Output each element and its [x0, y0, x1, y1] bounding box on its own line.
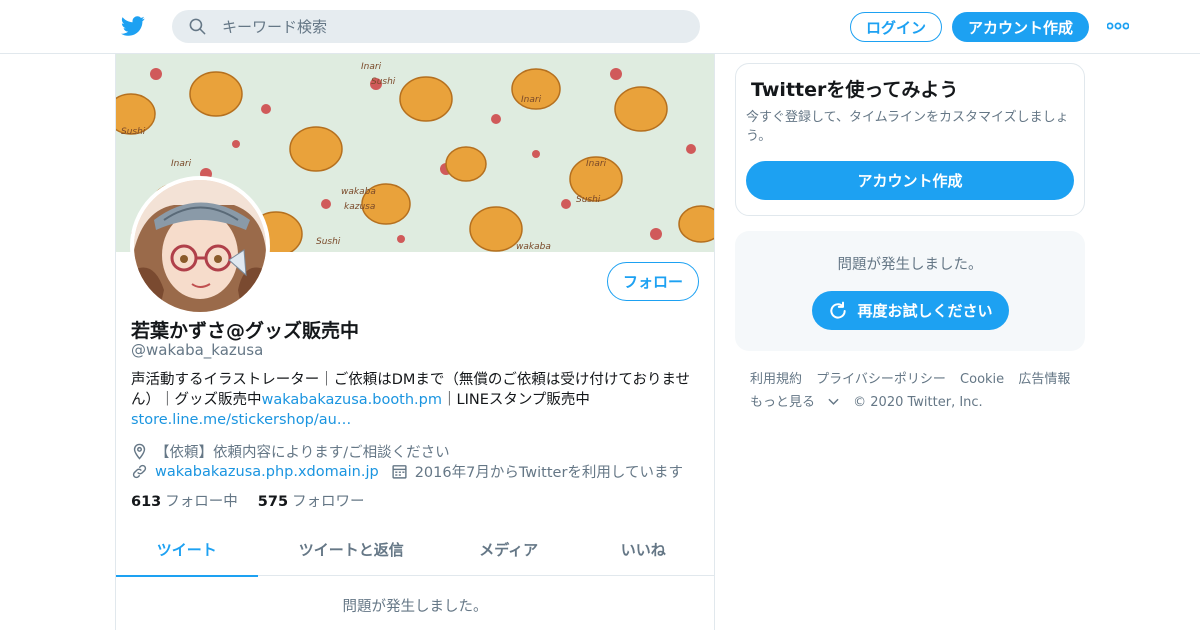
profile-tabs: ツイート ツイートと返信 メディア いいね [116, 522, 714, 577]
twitter-bird-icon[interactable] [120, 14, 146, 38]
chevron-down-icon [828, 398, 839, 405]
following-count: 613 [131, 494, 162, 510]
refresh-icon [830, 301, 847, 319]
profile-url-and-joined: wakabakazusa.php.xdomain.jp 2016年7月からTwi… [131, 461, 683, 482]
svg-text:Inari: Inari [586, 159, 607, 169]
svg-text:Sushi: Sushi [371, 77, 396, 87]
svg-text:Inari: Inari [171, 159, 192, 169]
bio-link-line-store[interactable]: store.line.me/stickershop/au… [131, 412, 351, 428]
search-icon [189, 18, 206, 35]
tab-media[interactable]: メディア [445, 522, 573, 576]
followers-label: フォロワー [292, 494, 365, 510]
signup-button-card[interactable]: アカウント作成 [746, 161, 1074, 200]
avatar[interactable] [130, 176, 270, 316]
calendar-icon [392, 465, 407, 479]
followers-count: 575 [257, 494, 289, 510]
retry-button[interactable]: 再度お試しください [812, 291, 1009, 330]
more-dots-icon[interactable] [1107, 22, 1129, 30]
user-handle: @wakaba_kazusa [131, 341, 264, 359]
top-navigation-bar: ログイン アカウント作成 [0, 0, 1200, 54]
profile-location: 【依頼】依頼内容によります/ご相談ください [131, 441, 450, 462]
tab-tweets[interactable]: ツイート [116, 522, 258, 577]
svg-text:kazusa: kazusa [344, 202, 375, 212]
svg-text:wakaba: wakaba [516, 242, 551, 252]
profile-bio: 声活動するイラストレーター｜ご依頼はDMまで（無償のご依頼は受け付けておりません… [131, 370, 703, 430]
footer-more-button[interactable]: もっと見る [750, 395, 839, 410]
svg-text:wakaba: wakaba [341, 187, 376, 197]
followers-count-link[interactable]: 575 フォロワー [258, 490, 365, 511]
signup-button[interactable]: アカウント作成 [952, 12, 1089, 42]
footer-link-ads[interactable]: 広告情報 [1018, 372, 1070, 387]
follow-button[interactable]: フォロー [607, 262, 699, 301]
search-box[interactable] [172, 10, 700, 43]
location-pin-icon [133, 443, 146, 460]
avatar-illustration [134, 180, 266, 312]
footer-link-privacy[interactable]: プライバシーポリシー [816, 372, 946, 387]
display-name: 若葉かずさ@グッズ販売中 [131, 320, 360, 342]
footer-links: 利用規約 プライバシーポリシー Cookie 広告情報 もっと見る © 2020… [750, 368, 1090, 414]
link-icon [132, 464, 147, 479]
profile-column: Inari Sushi Inari Sushi Inari Sushi waka… [115, 54, 715, 630]
bio-link-booth[interactable]: wakabakazusa.booth.pm [262, 392, 443, 408]
svg-text:Inari: Inari [521, 95, 542, 105]
timeline-error-message: 問題が発生しました。 [342, 599, 488, 615]
retry-label: 再度お試しください [857, 302, 993, 320]
signup-prompt-card: Twitterを使ってみよう 今すぐ登録して、タイムラインをカスタマイズしましょ… [735, 63, 1085, 216]
svg-text:Inari: Inari [361, 62, 382, 72]
website-link[interactable]: wakabakazusa.php.xdomain.jp [155, 464, 379, 480]
footer-link-terms[interactable]: 利用規約 [750, 372, 802, 387]
footer-copyright: © 2020 Twitter, Inc. [853, 395, 983, 410]
joined-date: 2016年7月からTwitterを利用しています [414, 465, 683, 481]
follow-counts: 613 フォロー中 575 フォロワー [131, 490, 385, 511]
login-button[interactable]: ログイン [850, 12, 942, 42]
card-description: 今すぐ登録して、タイムラインをカスタマイズしましょう。 [746, 110, 1069, 144]
footer-more-label: もっと見る [750, 395, 816, 410]
sidebar-error-card: 問題が発生しました。 再度お試しください [735, 231, 1085, 351]
search-input[interactable] [222, 10, 682, 43]
sidebar-error-message: 問題が発生しました。 [837, 257, 983, 273]
svg-text:Sushi: Sushi [316, 237, 341, 247]
following-count-link[interactable]: 613 フォロー中 [131, 490, 238, 511]
bio-text: ｜LINEスタンプ販売中 [442, 392, 590, 408]
tab-likes[interactable]: いいね [572, 522, 714, 576]
tab-tweets-and-replies[interactable]: ツイートと返信 [258, 522, 445, 576]
svg-text:Sushi: Sushi [576, 195, 601, 205]
following-label: フォロー中 [165, 494, 238, 510]
footer-link-cookie[interactable]: Cookie [960, 372, 1004, 387]
svg-text:Sushi: Sushi [121, 127, 146, 137]
card-title: Twitterを使ってみよう [751, 79, 959, 101]
location-text: 【依頼】依頼内容によります/ご相談ください [155, 445, 450, 461]
